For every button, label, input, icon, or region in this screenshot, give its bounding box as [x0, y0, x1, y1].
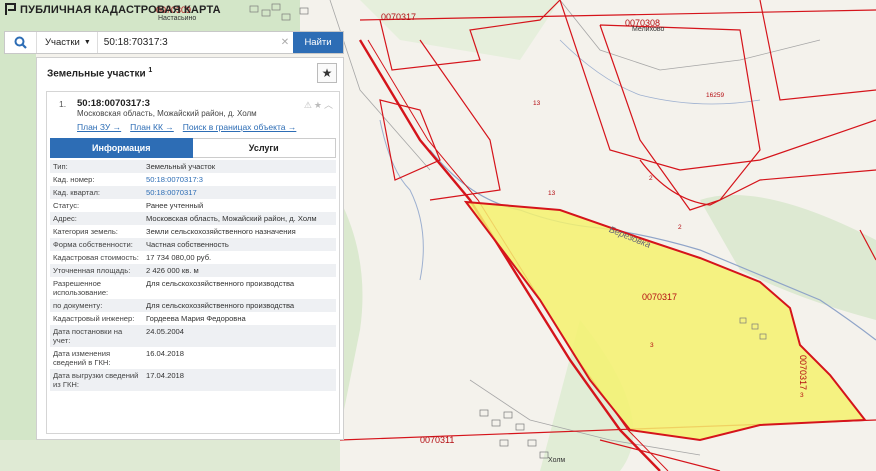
attribute-key: Уточненная площадь:	[53, 266, 131, 275]
warning-icon[interactable]: ⚠	[304, 100, 314, 110]
attribute-key: Категория земель:	[53, 227, 118, 236]
table-row: Кадастровый инженер: Гордеева Мария Федор…	[50, 312, 336, 325]
panel-title: Земельные участки 1	[47, 67, 153, 80]
attribute-value: Для сельскохозяйственного производства	[146, 279, 295, 288]
attribute-value[interactable]: 50:18:0070317:3	[143, 173, 336, 186]
tab-services[interactable]: Услуги	[192, 138, 336, 158]
plan-zu-link[interactable]: План ЗУ →	[77, 122, 121, 132]
star-icon: ★	[321, 66, 333, 80]
chevron-down-icon: ▼	[83, 39, 91, 46]
attribute-key: Дата постановки на учет:	[53, 327, 123, 345]
quarter-label: 0070317	[798, 355, 808, 391]
attribute-key: Статус:	[53, 201, 80, 210]
table-row: Дата постановки на учет: 24.05.2004	[50, 325, 336, 347]
attribute-value: 24.05.2004	[146, 327, 185, 336]
clear-icon[interactable]: ✕	[277, 37, 293, 48]
attribute-key: Кадастровая стоимость:	[53, 253, 139, 262]
attribute-value: Частная собственность	[146, 240, 229, 249]
table-row: Категория земель: Земли сельскохозяйствен…	[50, 225, 336, 238]
quarter-label: 0070317	[381, 12, 417, 22]
attribute-key: Форма собственности:	[53, 240, 133, 249]
village-label: Холм	[548, 457, 566, 464]
card-links: План ЗУ → План КК → Поиск в границах объ…	[77, 122, 296, 132]
table-row: Дата выгрузки сведений из ГКН: 17.04.2018	[50, 369, 336, 391]
search-icon[interactable]	[5, 32, 37, 53]
attribute-key: Разрешенное использование:	[53, 279, 109, 297]
attribute-value: 17 734 080,00 руб.	[146, 253, 212, 262]
tab-info[interactable]: Информация	[50, 138, 193, 158]
attribute-value: Для сельскохозяйственного производства	[146, 301, 295, 310]
parcel-label: 13	[548, 190, 556, 197]
village-label: Мелихово	[632, 26, 665, 33]
card-tabs: Информация Услуги	[50, 138, 336, 158]
table-row: Кад. номер: 50:18:0070317:3	[50, 173, 336, 186]
attribute-value: Гордеева Мария Федоровна	[146, 314, 246, 323]
parcel-label: 3	[800, 392, 804, 399]
attribute-value: Земли сельскохозяйственного назначения	[146, 227, 296, 236]
table-row: Дата изменения сведений в ГКН: 16.04.2018	[50, 347, 336, 369]
parcel-label: 2	[678, 224, 682, 231]
search-type-label: Участки	[45, 37, 80, 48]
attribute-key: Дата выгрузки сведений из ГКН:	[53, 371, 139, 389]
parcel-label: 16259	[706, 92, 725, 99]
attributes-table: Тип: Земельный участок Кад. номер: 50:18:00…	[50, 160, 336, 391]
map-pin-icon	[5, 3, 16, 15]
attribute-key: Тип:	[53, 162, 68, 171]
attribute-value: 17.04.2018	[146, 371, 185, 380]
attribute-value: Земельный участок	[146, 162, 216, 171]
table-row: Кадастровая стоимость: 17 734 080,00 руб.	[50, 251, 336, 264]
table-row: Кад. квартал: 50:18:0070317	[50, 186, 336, 199]
search-input[interactable]	[97, 32, 277, 53]
search-bar: Участки ▼ ✕ Найти	[4, 31, 344, 54]
attribute-value: 16.04.2018	[146, 349, 185, 358]
parcel-card: 1. 50:18:0070317:3 Московская область, М…	[46, 91, 340, 434]
table-row: Тип: Земельный участок	[50, 160, 336, 173]
table-row: по документу: Для сельскохозяйственного п…	[50, 299, 336, 312]
attribute-key: Дата изменения сведений в ГКН:	[53, 349, 111, 367]
table-row: Разрешенное использование: Для сельскохоз…	[50, 277, 336, 299]
attribute-value[interactable]: 50:18:0070317	[143, 186, 336, 199]
attribute-value: Московская область, Можайский район, д. …	[146, 214, 317, 223]
find-button[interactable]: Найти	[293, 32, 343, 53]
attribute-key: Адрес:	[53, 214, 77, 223]
collapse-icon[interactable]: ︿	[324, 100, 335, 110]
table-row: Форма собственности: Частная собственност…	[50, 238, 336, 251]
quarter-label: 0070311	[420, 435, 455, 445]
plan-kk-link[interactable]: План КК →	[130, 122, 174, 132]
search-type-select[interactable]: Участки ▼	[37, 32, 98, 53]
parcel-address: Московская область, Можайский район, д. …	[77, 109, 257, 118]
app-header: ПУБЛИЧНАЯ КАДАСТРОВАЯ КАРТА	[5, 3, 221, 16]
table-row: Адрес: Московская область, Можайский райо…	[50, 212, 336, 225]
village-label: Настасьино	[158, 15, 197, 22]
table-row: Статус: Ранее учтенный	[50, 199, 336, 212]
app-title: ПУБЛИЧНАЯ КАДАСТРОВАЯ КАРТА	[20, 3, 221, 16]
search-in-bounds-link[interactable]: Поиск в границах объекта →	[183, 122, 297, 132]
cadastral-number[interactable]: 50:18:0070317:3	[77, 98, 150, 109]
parcel-label: 3	[650, 342, 654, 349]
attribute-key: по документу:	[53, 301, 103, 310]
attribute-value: Ранее учтенный	[146, 201, 204, 210]
parcel-label: 2	[649, 175, 653, 182]
attribute-key: Кад. номер:	[53, 175, 95, 184]
attribute-key: Кад. квартал:	[53, 188, 101, 197]
attribute-value: 2 426 000 кв. м	[146, 266, 199, 275]
results-panel: Земельные участки 1 ★ 1. 50:18:0070317:3…	[36, 57, 344, 440]
parcel-label: 13	[533, 100, 541, 107]
card-actions: ⚠★︿	[304, 98, 335, 111]
result-number: 1.	[59, 99, 67, 109]
quarter-label: 0070317	[642, 292, 678, 302]
result-count: 1	[148, 67, 153, 74]
favorite-button[interactable]: ★	[317, 63, 337, 83]
attribute-key: Кадастровый инженер:	[53, 314, 135, 323]
star-icon[interactable]: ★	[314, 100, 324, 110]
table-row: Уточненная площадь: 2 426 000 кв. м	[50, 264, 336, 277]
